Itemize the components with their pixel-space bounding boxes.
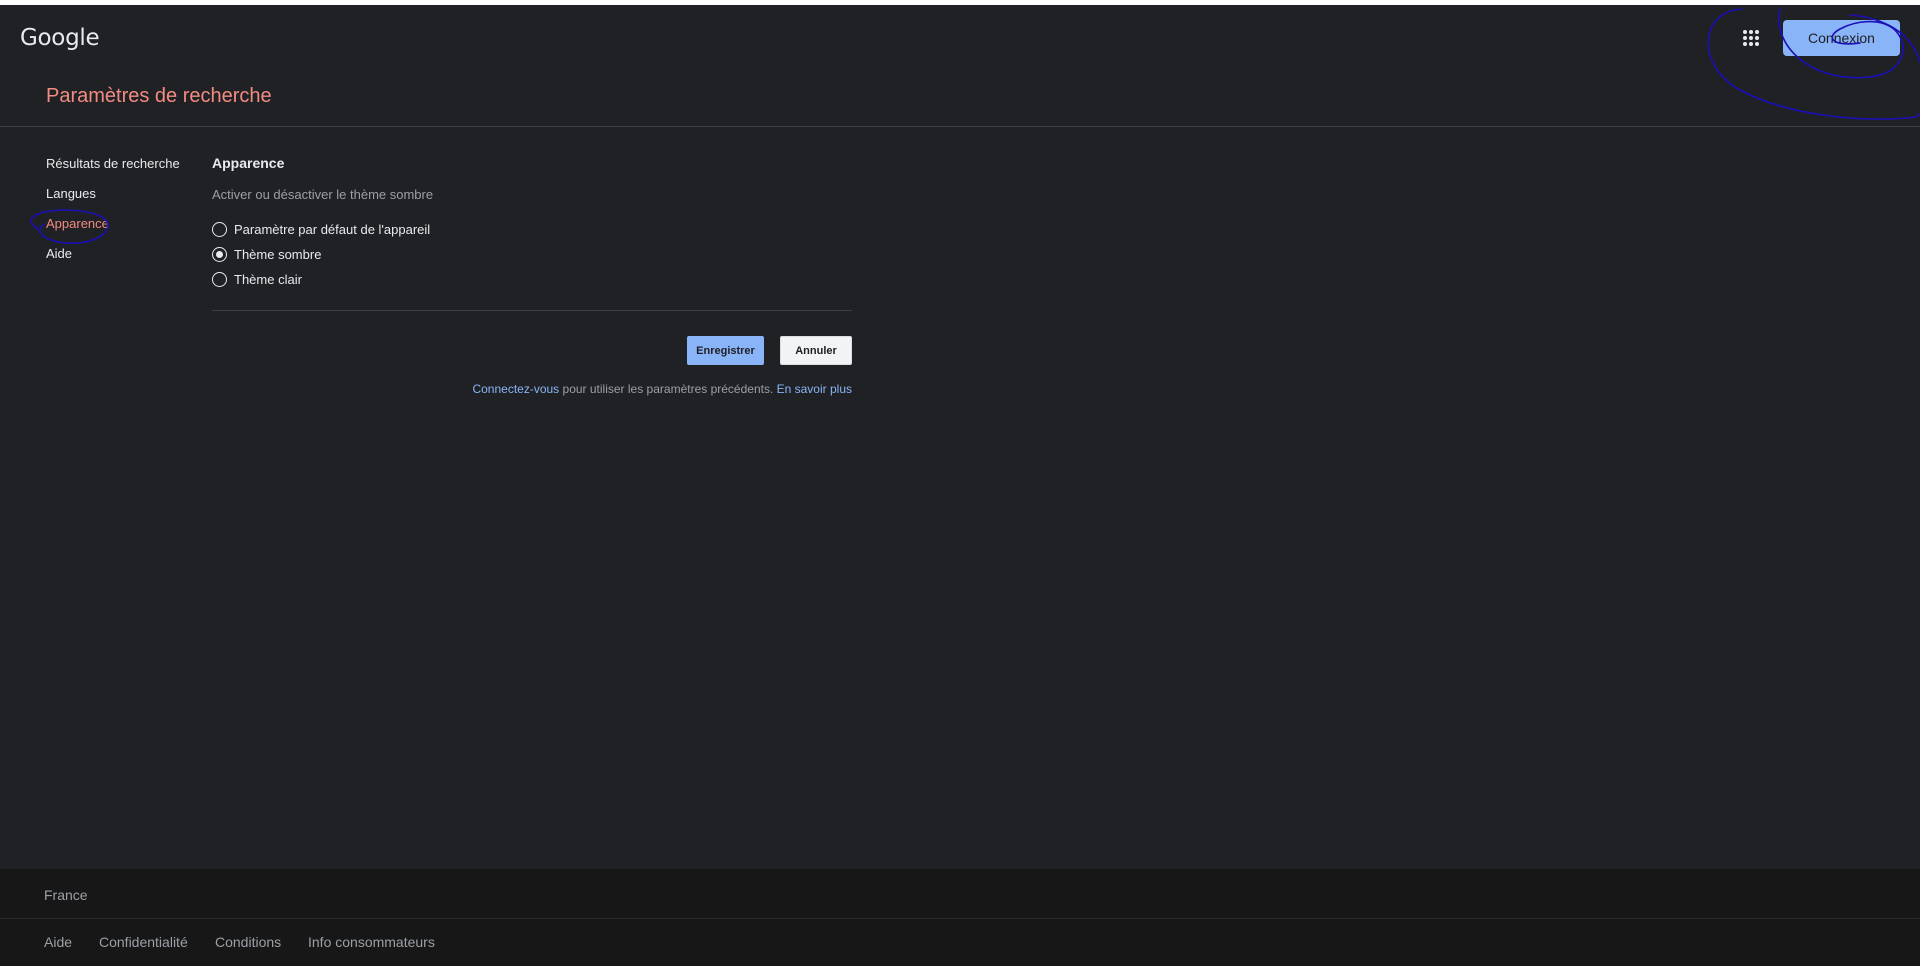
- settings-nav: Résultats de recherche Langues Apparence…: [46, 155, 180, 275]
- footer-link-terms[interactable]: Conditions: [215, 934, 281, 950]
- radio-button[interactable]: [212, 272, 227, 287]
- footer-link-help[interactable]: Aide: [44, 934, 72, 950]
- footer-links: Aide Confidentialité Conditions Info con…: [0, 919, 1920, 966]
- content-divider: [212, 310, 852, 311]
- page-title: Paramètres de recherche: [46, 85, 272, 107]
- signin-link[interactable]: Connectez-vous: [472, 382, 559, 396]
- radio-option-device-default[interactable]: Paramètre par défaut de l'appareil: [212, 217, 430, 242]
- radio-label: Thème clair: [234, 272, 302, 287]
- radio-label: Thème sombre: [234, 247, 322, 262]
- learn-more-link[interactable]: En savoir plus: [777, 382, 852, 396]
- radio-button[interactable]: [212, 222, 227, 237]
- nav-item-help[interactable]: Aide: [46, 245, 180, 275]
- header-divider: [0, 126, 1920, 127]
- radio-label: Paramètre par défaut de l'appareil: [234, 222, 431, 237]
- nav-item-appearance[interactable]: Apparence: [46, 215, 180, 245]
- cancel-button[interactable]: Annuler: [780, 336, 852, 365]
- radio-option-dark-theme[interactable]: Thème sombre: [212, 242, 430, 267]
- signin-note-text: pour utiliser les paramètres précédents.: [559, 382, 777, 396]
- signin-button[interactable]: Connexion: [1783, 20, 1900, 56]
- theme-radio-group: Paramètre par défaut de l'appareil Thème…: [212, 217, 430, 292]
- google-logo[interactable]: Google: [20, 25, 100, 51]
- signin-note: Connectez-vous pour utiliser les paramèt…: [472, 382, 852, 396]
- save-button[interactable]: Enregistrer: [687, 336, 764, 365]
- annotation-overlay: [30, 8, 1920, 244]
- radio-button-checked[interactable]: [212, 247, 227, 262]
- radio-option-light-theme[interactable]: Thème clair: [212, 267, 430, 292]
- section-title: Apparence: [212, 155, 285, 171]
- settings-page: Google Connexion Paramètres de recherche…: [0, 5, 1920, 966]
- footer-country: France: [44, 887, 88, 903]
- footer-country-bar: France: [0, 869, 1920, 919]
- nav-item-languages[interactable]: Langues: [46, 185, 180, 215]
- nav-item-search-results[interactable]: Résultats de recherche: [46, 155, 180, 185]
- footer-link-privacy[interactable]: Confidentialité: [99, 934, 188, 950]
- section-description: Activer ou désactiver le thème sombre: [212, 187, 434, 202]
- footer-link-consumer-info[interactable]: Info consommateurs: [308, 934, 435, 950]
- apps-grid-icon[interactable]: [1742, 29, 1760, 47]
